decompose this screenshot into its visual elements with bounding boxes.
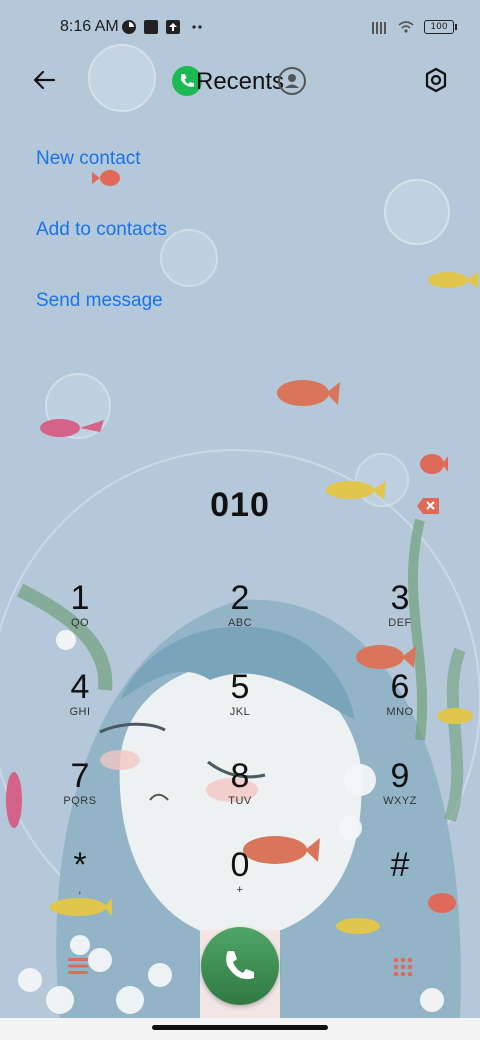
new-contact-link[interactable]: New contact — [36, 148, 141, 170]
phone-icon — [226, 951, 254, 980]
key-7[interactable]: 7 PQRS — [30, 756, 130, 836]
key-letters: , — [78, 884, 82, 896]
back-arrow-icon[interactable] — [28, 62, 64, 98]
key-6[interactable]: 6 MNO — [350, 667, 450, 747]
key-8[interactable]: 8 TUV — [190, 756, 290, 836]
key-digit: 3 — [390, 579, 410, 617]
key-star[interactable]: * , — [30, 845, 130, 925]
dialed-number: 010 — [210, 486, 270, 524]
key-digit: 6 — [390, 668, 410, 706]
key-digit: 9 — [390, 757, 410, 795]
key-letters: GHI — [69, 706, 91, 718]
key-9[interactable]: 9 WXYZ — [350, 756, 450, 836]
square-icon — [144, 20, 158, 34]
page-title: Recents — [196, 68, 285, 95]
signal-icon — [372, 22, 386, 34]
key-letters: TUV — [228, 795, 252, 807]
wifi-icon — [398, 21, 414, 33]
key-digit: 2 — [230, 579, 250, 617]
contact-person-icon[interactable] — [276, 65, 308, 97]
upload-icon — [166, 20, 180, 34]
menu-icon[interactable] — [66, 956, 90, 976]
status-bar: 8:16 AM 100 — [0, 0, 480, 56]
status-time: 8:16 AM — [60, 18, 119, 35]
dialpad-icon[interactable] — [392, 956, 414, 978]
battery-icon: 100 — [424, 20, 457, 34]
key-letters: QO — [70, 617, 90, 629]
key-letters: PQRS — [63, 795, 97, 807]
key-1[interactable]: 1 QO — [30, 578, 130, 658]
key-digit: 8 — [230, 757, 250, 795]
key-2[interactable]: 2 ABC — [190, 578, 290, 658]
add-to-contacts-link[interactable]: Add to contacts — [36, 219, 167, 241]
key-letters: ABC — [227, 617, 253, 629]
key-digit: # — [390, 846, 410, 884]
call-button[interactable] — [201, 927, 279, 1005]
app-icon — [122, 20, 136, 34]
home-gesture-handle[interactable] — [152, 1025, 328, 1030]
key-5[interactable]: 5 JKL — [190, 667, 290, 747]
key-digit: * — [73, 846, 87, 884]
key-letters: DEF — [388, 617, 412, 629]
key-digit: 7 — [70, 757, 90, 795]
key-letters: WXYZ — [383, 795, 417, 807]
delete-icon[interactable] — [416, 497, 440, 515]
key-letters: + — [236, 884, 244, 896]
key-digit: 0 — [230, 846, 250, 884]
key-letters: JKL — [229, 706, 251, 718]
key-digit: 1 — [70, 579, 90, 617]
key-3[interactable]: 3 DEF — [350, 578, 450, 658]
key-digit: 5 — [230, 668, 250, 706]
key-4[interactable]: 4 GHI — [30, 667, 130, 747]
header: Recents — [0, 56, 480, 104]
key-letters: MNO — [386, 706, 414, 718]
key-hash[interactable]: # — [350, 845, 450, 925]
key-0[interactable]: 0 + — [190, 845, 290, 925]
key-digit: 4 — [70, 668, 90, 706]
gear-icon[interactable] — [418, 62, 454, 98]
more-dots-icon — [192, 25, 202, 29]
send-message-link[interactable]: Send message — [36, 290, 163, 312]
